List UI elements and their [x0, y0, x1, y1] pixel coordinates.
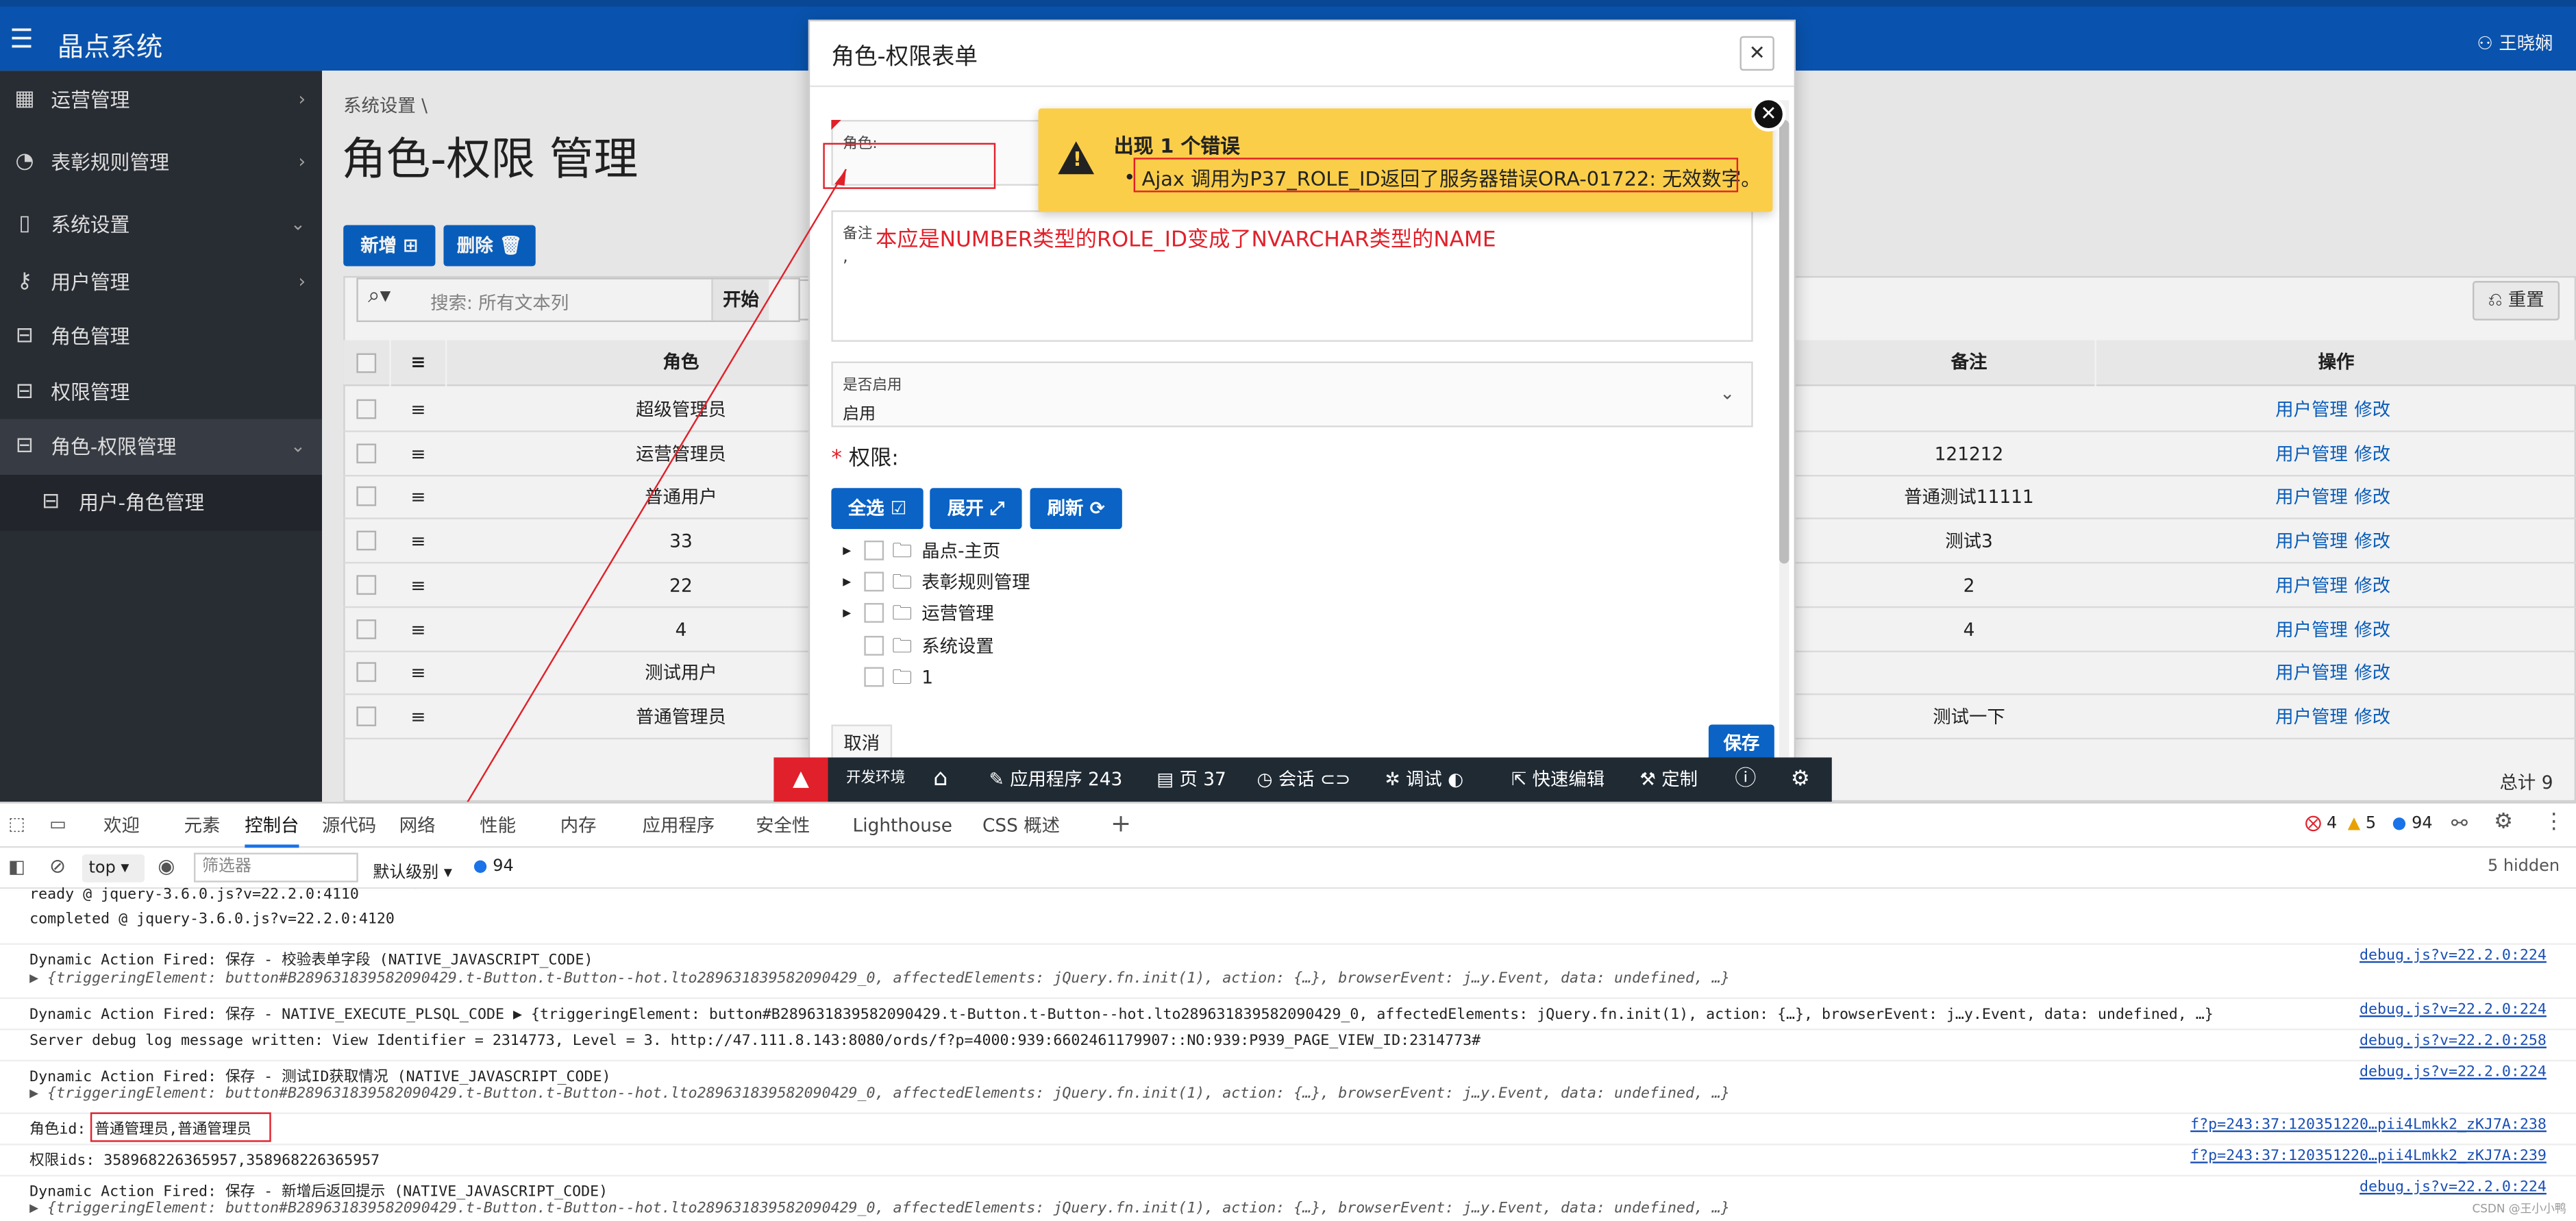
- role-id-highlight: [90, 1112, 271, 1142]
- console-message: Dynamic Action Fired: 保存 - NATIVE_EXECUT…: [29, 1007, 2214, 1024]
- console-separator: [0, 1144, 2576, 1146]
- console-line: Dynamic Action Fired: 保存 - 校验表单字段 (NATIV…: [0, 948, 2576, 970]
- console-line: ▶ {triggeringElement: button#B2896318395…: [0, 1201, 2576, 1218]
- more-options-icon[interactable]: ⋮: [2543, 810, 2564, 835]
- log-level-select[interactable]: 默认级别 ▾: [373, 858, 452, 883]
- context-select[interactable]: top ▾: [82, 854, 145, 883]
- console-message: ▶ {triggeringElement: button#B2896318395…: [29, 1086, 1730, 1103]
- devtools-tab[interactable]: 源代码: [322, 804, 376, 848]
- console-source-link[interactable]: debug.js?v=22.2.0:224: [2360, 1180, 2547, 1196]
- console-line: Dynamic Action Fired: 保存 - 测试ID获取情况 (NAT…: [0, 1065, 2576, 1086]
- devtools-settings-icon[interactable]: ⚙: [2494, 810, 2513, 835]
- error-count-value: 4: [2327, 815, 2338, 833]
- console-line: Dynamic Action Fired: 保存 - 新增后返回提示 (NATI…: [0, 1180, 2576, 1201]
- devtools-tab[interactable]: 安全性: [756, 804, 810, 848]
- error-icon: ⨂: [2305, 815, 2322, 833]
- console-message: ▶ {triggeringElement: button#B2896318395…: [29, 971, 1730, 988]
- devtools-tab[interactable]: 元素: [184, 804, 221, 848]
- console-separator: [0, 1174, 2576, 1176]
- console-message: 权限ids: 358968226365957,358968226365957: [29, 1153, 380, 1170]
- console-message: Server debug log message written: View I…: [29, 1033, 1481, 1050]
- console-message: Dynamic Action Fired: 保存 - 新增后返回提示 (NATI…: [29, 1184, 608, 1201]
- console-line: 角色id: 普通管理员,普通管理员 f?p=243:37:120351220…pi…: [0, 1118, 2576, 1139]
- console-line: 权限ids: 358968226365957,358968226365957 f?…: [0, 1148, 2576, 1170]
- context-value: top: [88, 859, 116, 878]
- devtools-tab[interactable]: CSS 概述: [982, 804, 1060, 848]
- console-line: ready @ jquery-3.6.0.js?v=22.2.0:4110: [0, 887, 2576, 904]
- add-tab-icon[interactable]: +: [1111, 809, 1131, 838]
- connection-icon[interactable]: ⚯: [2451, 812, 2468, 835]
- console-source-link[interactable]: debug.js?v=22.2.0:258: [2360, 1033, 2547, 1050]
- devtools-tabbar: ⬚ ▭ 欢迎 元素 控制台 源代码 网络 性能 内存 应用程序 安全性 Lighthouse CSS…: [0, 802, 2576, 848]
- inspect-icon[interactable]: ⬚: [8, 813, 25, 835]
- console-source-link[interactable]: f?p=243:37:120351220…pii4Lmkk2_zKJ7A:238: [2190, 1118, 2547, 1134]
- console-source-link[interactable]: debug.js?v=22.2.0:224: [2360, 1065, 2547, 1081]
- console-message: completed @ jquery-3.6.0.js?v=22.2.0:412…: [29, 911, 395, 928]
- console-toolbar: ◧ ⊘ top ▾ ◉ 筛选器 默认级别 ▾ ● 94 5 hidden: [0, 848, 2576, 889]
- console-message: ▶ {triggeringElement: button#B2896318395…: [29, 1200, 1730, 1218]
- console-separator: [0, 997, 2576, 999]
- console-source-link[interactable]: debug.js?v=22.2.0:224: [2360, 948, 2547, 965]
- message-icon: ●: [473, 857, 488, 876]
- console-separator: [0, 1028, 2576, 1031]
- log-level-value: 默认级别: [373, 864, 439, 883]
- console-issues-count[interactable]: ● 94: [473, 858, 514, 876]
- message-count[interactable]: ● 94: [2392, 815, 2432, 832]
- console-separator: [0, 1112, 2576, 1114]
- issues-count-value: 94: [493, 857, 514, 876]
- console-message: ready @ jquery-3.6.0.js?v=22.2.0:4110: [29, 887, 359, 904]
- devtools-tab[interactable]: Lighthouse: [853, 804, 952, 848]
- console-separator: [0, 943, 2576, 945]
- console-line: Server debug log message written: View I…: [0, 1033, 2576, 1050]
- devtools-tab[interactable]: 性能: [480, 804, 516, 848]
- console-line: ▶ {triggeringElement: button#B2896318395…: [0, 971, 2576, 987]
- error-count[interactable]: ⨂ 4: [2305, 815, 2337, 832]
- console-line: Dynamic Action Fired: 保存 - NATIVE_EXECUT…: [0, 1002, 2576, 1024]
- arrow-head: [834, 169, 846, 186]
- console-separator: [0, 1059, 2576, 1062]
- console-source-link[interactable]: debug.js?v=22.2.0:224: [2360, 1002, 2547, 1019]
- hidden-count: 5 hidden: [2487, 857, 2560, 876]
- console-message: Dynamic Action Fired: 保存 - 测试ID获取情况 (NAT…: [29, 1070, 611, 1087]
- devtools-tab[interactable]: 应用程序: [643, 804, 715, 848]
- console-source-link[interactable]: f?p=243:37:120351220…pii4Lmkk2_zKJ7A:239: [2190, 1148, 2547, 1165]
- message-icon: ●: [2392, 815, 2407, 833]
- warning-small-icon: ▲: [2347, 815, 2361, 833]
- warning-count[interactable]: ▲ 5: [2348, 815, 2376, 832]
- device-toolbar-icon[interactable]: ▭: [49, 813, 66, 835]
- sidebar-toggle-icon[interactable]: ◧: [8, 856, 25, 877]
- warning-count-value: 5: [2365, 815, 2377, 833]
- devtools-tab[interactable]: 欢迎: [103, 804, 140, 848]
- console-line: completed @ jquery-3.6.0.js?v=22.2.0:412…: [0, 912, 2576, 928]
- message-count-value: 94: [2412, 815, 2433, 833]
- console-message: Dynamic Action Fired: 保存 - 校验表单字段 (NATIV…: [29, 952, 593, 970]
- devtools-tab[interactable]: 控制台: [245, 804, 299, 848]
- console-output: ready @ jquery-3.6.0.js?v=22.2.0:4110 co…: [0, 887, 2576, 1221]
- eye-icon[interactable]: ◉: [158, 854, 175, 878]
- devtools-tab[interactable]: 网络: [399, 804, 436, 848]
- devtools-tab[interactable]: 内存: [560, 804, 597, 848]
- clear-console-icon[interactable]: ⊘: [49, 854, 66, 878]
- console-line: ▶ {triggeringElement: button#B2896318395…: [0, 1086, 2576, 1102]
- console-filter-input[interactable]: 筛选器: [193, 852, 358, 883]
- watermark: CSDN @王小小鸭: [2472, 1202, 2566, 1216]
